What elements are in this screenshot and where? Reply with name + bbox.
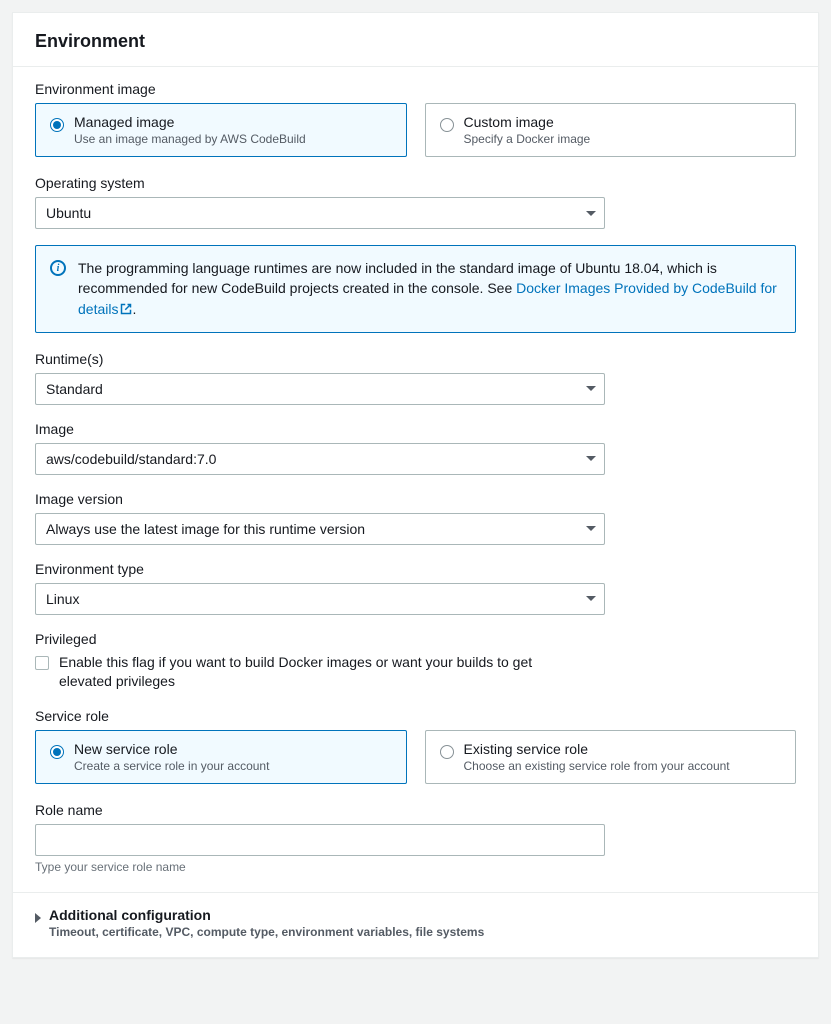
radio-new-role[interactable] <box>50 745 64 759</box>
chevron-down-icon <box>586 526 596 531</box>
environment-panel: Environment Environment image Managed im… <box>12 12 819 958</box>
image-field: Image aws/codebuild/standard:7.0 <box>35 421 796 475</box>
image-version-label: Image version <box>35 491 796 507</box>
runtime-select[interactable]: Standard <box>35 373 605 405</box>
chevron-down-icon <box>586 386 596 391</box>
divider <box>13 892 818 893</box>
runtime-label: Runtime(s) <box>35 351 796 367</box>
tile-existing-role[interactable]: Existing service role Choose an existing… <box>425 730 797 784</box>
image-value: aws/codebuild/standard:7.0 <box>46 451 216 467</box>
chevron-down-icon <box>586 456 596 461</box>
info-icon: i <box>50 260 66 276</box>
panel-body: Environment image Managed image Use an i… <box>13 67 818 957</box>
info-text-after: . <box>132 301 136 317</box>
env-type-select[interactable]: Linux <box>35 583 605 615</box>
panel-title: Environment <box>35 31 796 52</box>
env-image-tiles: Managed image Use an image managed by AW… <box>35 103 796 157</box>
runtime-field: Runtime(s) Standard <box>35 351 796 405</box>
os-select[interactable]: Ubuntu <box>35 197 605 229</box>
image-version-select[interactable]: Always use the latest image for this run… <box>35 513 605 545</box>
privileged-checkbox-row: Enable this flag if you want to build Do… <box>35 653 796 692</box>
os-label: Operating system <box>35 175 796 191</box>
tile-custom-desc: Specify a Docker image <box>464 132 782 146</box>
panel-header: Environment <box>13 13 818 67</box>
env-type-label: Environment type <box>35 561 796 577</box>
env-type-value: Linux <box>46 591 79 607</box>
tile-existing-role-desc: Choose an existing service role from you… <box>464 759 782 773</box>
privileged-checkbox[interactable] <box>35 656 49 670</box>
tile-managed-title: Managed image <box>74 114 392 130</box>
tile-new-role[interactable]: New service role Create a service role i… <box>35 730 407 784</box>
tile-new-role-desc: Create a service role in your account <box>74 759 392 773</box>
tile-managed-desc: Use an image managed by AWS CodeBuild <box>74 132 392 146</box>
privileged-field: Privileged Enable this flag if you want … <box>35 631 796 692</box>
tile-managed-image[interactable]: Managed image Use an image managed by AW… <box>35 103 407 157</box>
tile-existing-role-title: Existing service role <box>464 741 782 757</box>
chevron-down-icon <box>586 596 596 601</box>
os-field: Operating system Ubuntu <box>35 175 796 229</box>
external-link-icon <box>120 300 132 320</box>
additional-config-title: Additional configuration <box>49 907 796 923</box>
role-name-label: Role name <box>35 802 796 818</box>
radio-existing-role[interactable] <box>440 745 454 759</box>
privileged-checkbox-label: Enable this flag if you want to build Do… <box>59 653 579 692</box>
additional-config-toggle[interactable]: Additional configuration Timeout, certif… <box>35 907 796 939</box>
env-image-label: Environment image <box>35 81 796 97</box>
privileged-label: Privileged <box>35 631 796 647</box>
image-version-value: Always use the latest image for this run… <box>46 521 365 537</box>
tile-custom-image[interactable]: Custom image Specify a Docker image <box>425 103 797 157</box>
caret-right-icon <box>35 913 41 923</box>
image-version-field: Image version Always use the latest imag… <box>35 491 796 545</box>
os-value: Ubuntu <box>46 205 91 221</box>
env-type-field: Environment type Linux <box>35 561 796 615</box>
radio-managed-image[interactable] <box>50 118 64 132</box>
role-name-input[interactable] <box>35 824 605 856</box>
info-box: i The programming language runtimes are … <box>35 245 796 333</box>
info-text: The programming language runtimes are no… <box>78 258 781 320</box>
tile-new-role-title: New service role <box>74 741 392 757</box>
runtime-value: Standard <box>46 381 103 397</box>
role-name-field: Role name Type your service role name <box>35 802 796 874</box>
tile-custom-title: Custom image <box>464 114 782 130</box>
image-select[interactable]: aws/codebuild/standard:7.0 <box>35 443 605 475</box>
radio-custom-image[interactable] <box>440 118 454 132</box>
chevron-down-icon <box>586 211 596 216</box>
additional-config-desc: Timeout, certificate, VPC, compute type,… <box>49 925 796 939</box>
role-name-hint: Type your service role name <box>35 860 796 874</box>
service-role-label: Service role <box>35 708 796 724</box>
image-label: Image <box>35 421 796 437</box>
service-role-tiles: New service role Create a service role i… <box>35 730 796 784</box>
